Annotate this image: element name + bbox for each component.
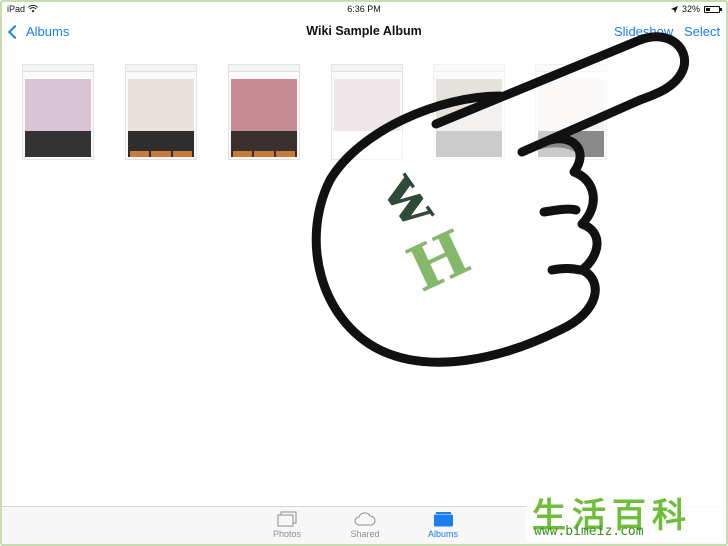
- thumbnail-caption-bar: [25, 131, 91, 157]
- thumbnail-caption-bar: [538, 131, 604, 157]
- thumbnail-caption-bar: [436, 131, 502, 157]
- thumbnail-image: [25, 79, 91, 131]
- thumbnail-image: [334, 79, 400, 131]
- status-time: 6:36 PM: [347, 4, 381, 14]
- thumbnail-image: [436, 79, 502, 131]
- thumbnail-strip: [233, 151, 295, 157]
- photo-thumbnail[interactable]: [228, 64, 300, 160]
- tab-label: Photos: [272, 529, 302, 539]
- battery-icon: [704, 5, 722, 13]
- photo-grid: [2, 64, 726, 164]
- battery-fill: [706, 7, 710, 11]
- location-arrow-icon: [670, 5, 678, 13]
- select-button[interactable]: Select: [684, 24, 720, 39]
- tab-shared[interactable]: Shared: [335, 511, 395, 539]
- photo-thumbnail[interactable]: [331, 64, 403, 160]
- watermark: 生活百科 www.bimeiz.com: [526, 490, 726, 542]
- battery-percent: 32%: [681, 4, 700, 14]
- ipad-screen: iPad 6:36 PM 32% Albums Wiki Sample Albu…: [0, 0, 728, 546]
- status-bar: iPad 6:36 PM 32%: [2, 2, 726, 16]
- tab-label: Albums: [427, 529, 458, 539]
- photo-thumbnail[interactable]: [433, 64, 505, 160]
- tab-label: Shared: [350, 529, 380, 539]
- photo-thumbnail[interactable]: [22, 64, 94, 160]
- thumbnail-caption-bar: [334, 131, 400, 157]
- cloud-icon: [354, 512, 376, 526]
- thumbnail-strip: [130, 151, 192, 157]
- photo-thumbnail[interactable]: [535, 64, 607, 160]
- navigation-bar: Albums Wiki Sample Album Slideshow Selec…: [2, 16, 726, 48]
- thumbnail-image: [538, 79, 604, 131]
- slideshow-button[interactable]: Slideshow: [614, 24, 673, 39]
- thumbnail-image: [231, 79, 297, 131]
- tab-albums[interactable]: Albums: [413, 511, 473, 539]
- watermark-url: www.bimeiz.com: [534, 524, 644, 539]
- thumbnail-image: [128, 79, 194, 131]
- status-right: 32%: [670, 4, 722, 14]
- albums-icon: [434, 512, 453, 527]
- photo-thumbnail[interactable]: [125, 64, 197, 160]
- photos-icon: [277, 511, 297, 527]
- tab-photos[interactable]: Photos: [257, 511, 317, 539]
